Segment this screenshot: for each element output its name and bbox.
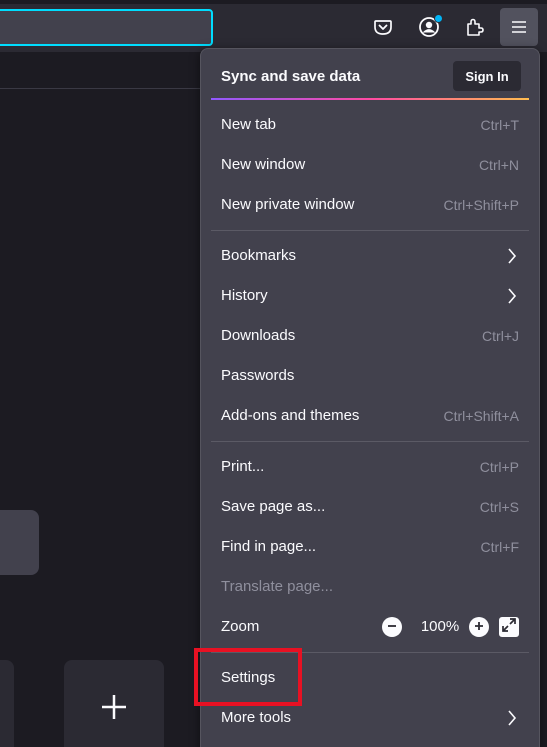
zoom-level[interactable]: 100% (414, 618, 466, 635)
url-bar[interactable] (0, 9, 213, 46)
extensions-icon (464, 17, 484, 37)
menu-item-print[interactable]: Print... Ctrl+P (211, 449, 529, 485)
fullscreen-button[interactable] (499, 617, 519, 637)
sync-row: Sync and save data Sign In (221, 59, 521, 95)
menu-item-shortcut: Ctrl+T (480, 117, 520, 133)
menu-item-new-tab[interactable]: New tab Ctrl+T (211, 107, 529, 143)
menu-item-label: Passwords (221, 367, 295, 384)
chevron-right-icon (507, 248, 517, 269)
menu-item-translate-page: Translate page... (211, 569, 529, 605)
plus-icon (101, 694, 127, 725)
zoom-in-button[interactable] (469, 617, 489, 637)
chevron-right-icon (507, 710, 517, 731)
menu-item-label: New window (221, 156, 306, 173)
menu-item-save-page-as[interactable]: Save page as... Ctrl+S (211, 489, 529, 525)
menu-item-label: Translate page... (221, 578, 334, 595)
menu-item-label: Zoom (221, 618, 260, 635)
menu-separator (211, 230, 529, 231)
account-button[interactable] (410, 8, 448, 46)
toolbar (0, 0, 547, 52)
menu-item-shortcut: Ctrl+Shift+A (443, 408, 519, 424)
menu-item-label: Downloads (221, 327, 296, 344)
menu-separator (211, 441, 529, 442)
add-shortcut-tile[interactable] (64, 660, 164, 747)
menu-item-label: More tools (221, 709, 292, 726)
menu-item-label: History (221, 287, 268, 304)
menu-item-label: Print... (221, 458, 265, 475)
shortcut-tile[interactable] (0, 510, 39, 575)
menu-item-label: Bookmarks (221, 247, 297, 264)
menu-item-passwords[interactable]: Passwords (211, 358, 529, 394)
zoom-controls: 100% (369, 615, 519, 639)
extensions-button[interactable] (455, 8, 493, 46)
menu-item-label: Find in page... (221, 538, 317, 555)
menu-item-bookmarks[interactable]: Bookmarks (211, 238, 529, 274)
minus-icon (387, 618, 397, 636)
sign-in-button[interactable]: Sign In (453, 61, 521, 91)
menu-item-shortcut: Ctrl+P (479, 459, 519, 475)
menu-item-label: New private window (221, 196, 355, 213)
menu-item-shortcut: Ctrl+Shift+P (443, 197, 519, 213)
browser-window: Sync and save data Sign In New tab Ctrl+… (0, 0, 547, 747)
sync-title: Sync and save data (221, 68, 361, 85)
plus-icon (474, 618, 484, 636)
menu-item-label: Save page as... (221, 498, 326, 515)
menu-item-addons-and-themes[interactable]: Add-ons and themes Ctrl+Shift+A (211, 398, 529, 434)
notification-dot (434, 14, 443, 23)
pocket-button[interactable] (364, 8, 402, 46)
toolbar-divider (0, 88, 200, 89)
menu-item-zoom: Zoom 100% (211, 609, 529, 645)
chevron-right-icon (507, 288, 517, 309)
shortcut-tile[interactable] (0, 660, 14, 747)
zoom-out-button[interactable] (382, 617, 402, 637)
fullscreen-icon (502, 617, 516, 637)
menu-item-shortcut: Ctrl+S (479, 499, 519, 515)
settings-highlight-box (194, 648, 302, 706)
menu-item-downloads[interactable]: Downloads Ctrl+J (211, 318, 529, 354)
menu-item-label: New tab (221, 116, 277, 133)
menu-item-shortcut: Ctrl+J (482, 328, 519, 344)
menu-item-shortcut: Ctrl+F (480, 539, 520, 555)
app-menu-panel: Sync and save data Sign In New tab Ctrl+… (200, 48, 540, 747)
menu-item-label: Add-ons and themes (221, 407, 360, 424)
menu-item-new-window[interactable]: New window Ctrl+N (211, 147, 529, 183)
menu-item-new-private-window[interactable]: New private window Ctrl+Shift+P (211, 187, 529, 223)
hamburger-menu-icon (511, 20, 527, 34)
pocket-icon (373, 17, 393, 37)
menu-item-find-in-page[interactable]: Find in page... Ctrl+F (211, 529, 529, 565)
menu-item-history[interactable]: History (211, 278, 529, 314)
sync-separator (211, 98, 529, 100)
app-menu-button[interactable] (500, 8, 538, 46)
menu-item-shortcut: Ctrl+N (478, 157, 519, 173)
